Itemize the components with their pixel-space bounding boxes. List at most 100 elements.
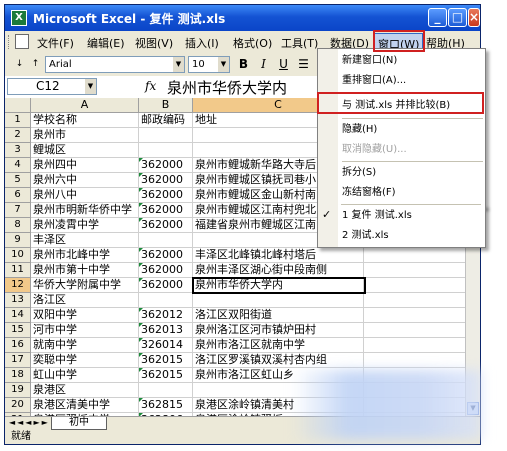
menu-item-new-window[interactable]: 新建窗口(N) bbox=[342, 51, 397, 71]
row-header[interactable]: 6 bbox=[5, 188, 31, 203]
name-box[interactable]: C12 ▼ bbox=[7, 78, 97, 95]
row-header[interactable]: 14 bbox=[5, 308, 31, 323]
row-header[interactable]: 18 bbox=[5, 368, 31, 383]
row-header[interactable]: 20 bbox=[5, 398, 31, 413]
cell-postal-code[interactable]: 362015 bbox=[139, 353, 193, 368]
row-header[interactable]: 3 bbox=[5, 143, 31, 158]
cell-address[interactable]: 洛江区双阳街道 bbox=[193, 308, 364, 323]
font-size-select[interactable]: 10 ▼ bbox=[188, 56, 230, 73]
maximize-button[interactable]: □ bbox=[448, 8, 467, 27]
cell-empty[interactable] bbox=[364, 353, 480, 368]
cell-school-name[interactable]: 奕聪中学 bbox=[31, 353, 139, 368]
cell-postal-code[interactable]: 362000 bbox=[139, 188, 193, 203]
select-all-corner[interactable] bbox=[5, 98, 31, 113]
cell-school-name[interactable]: 泉州四中 bbox=[31, 158, 139, 173]
document-icon[interactable] bbox=[15, 34, 29, 49]
cell-address[interactable]: 丰泽区北峰镇北峰村塔后 bbox=[193, 248, 364, 263]
underline-button[interactable]: U bbox=[275, 56, 292, 73]
chevron-down-icon[interactable]: ▼ bbox=[173, 57, 184, 72]
cell-postal-code[interactable]: 362012 bbox=[139, 308, 193, 323]
cell-address[interactable]: 洛江区罗溪镇双溪村杏内组 bbox=[193, 353, 364, 368]
menu-file[interactable]: 文件(F) bbox=[37, 35, 74, 51]
cell-postal-code[interactable]: 362000 bbox=[139, 173, 193, 188]
column-header-a[interactable]: A bbox=[31, 98, 139, 113]
cell-empty[interactable] bbox=[364, 323, 480, 338]
column-header-b[interactable]: B bbox=[139, 98, 193, 113]
row-header[interactable]: 17 bbox=[5, 353, 31, 368]
cell-postal-code[interactable]: 362000 bbox=[139, 203, 193, 218]
cell-empty[interactable] bbox=[364, 263, 480, 278]
menu-insert[interactable]: 插入(I) bbox=[185, 35, 219, 51]
cell-address[interactable] bbox=[193, 293, 364, 308]
cell-empty[interactable] bbox=[364, 278, 480, 293]
sheet-tab[interactable]: 初中 bbox=[51, 417, 107, 430]
bold-button[interactable]: B bbox=[235, 56, 252, 73]
row-header[interactable]: 10 bbox=[5, 248, 31, 263]
row-header[interactable]: 5 bbox=[5, 173, 31, 188]
cell-address[interactable]: 泉州洛江区河市镇炉田村 bbox=[193, 323, 364, 338]
cell-postal-code[interactable]: 362015 bbox=[139, 368, 193, 383]
cell-address[interactable]: 泉州市洛江区就南中学 bbox=[193, 338, 364, 353]
menu-edit[interactable]: 编辑(E) bbox=[87, 35, 125, 51]
menu-view[interactable]: 视图(V) bbox=[135, 35, 173, 51]
cell-school-name[interactable]: 就南中学 bbox=[31, 338, 139, 353]
cell-postal-code[interactable] bbox=[139, 293, 193, 308]
italic-button[interactable]: I bbox=[255, 56, 272, 73]
cell-school-name[interactable]: 泉港区 bbox=[31, 383, 139, 398]
row-header[interactable]: 2 bbox=[5, 128, 31, 143]
cell-postal-code[interactable] bbox=[139, 128, 193, 143]
cell-school-name[interactable]: 泉州六中 bbox=[31, 173, 139, 188]
cell-postal-code[interactable]: 362000 bbox=[139, 158, 193, 173]
cell-address[interactable]: 泉州丰泽区湖心街中段南侧 bbox=[193, 263, 364, 278]
row-header[interactable]: 13 bbox=[5, 293, 31, 308]
cell-school-name[interactable]: 泉港区清美中学 bbox=[31, 398, 139, 413]
toolbar-grip-icon[interactable] bbox=[8, 35, 12, 49]
cell-postal-code[interactable] bbox=[139, 233, 193, 248]
cell-postal-code[interactable]: 362000 bbox=[139, 263, 193, 278]
cell-school-name[interactable]: 泉州市 bbox=[31, 128, 139, 143]
cell-school-name[interactable]: 泉州市北峰中学 bbox=[31, 248, 139, 263]
row-header[interactable]: 9 bbox=[5, 233, 31, 248]
title-bar[interactable]: X Microsoft Excel - 复件 测试.xls _ □ × bbox=[5, 5, 480, 31]
cell-postal-code[interactable]: 362806 bbox=[139, 413, 193, 416]
cell-school-name[interactable]: 泉州凌霄中学 bbox=[31, 218, 139, 233]
cell-school-name[interactable]: 洛江区 bbox=[31, 293, 139, 308]
menu-item-window-2[interactable]: 2 测试.xls bbox=[342, 226, 389, 246]
row-header[interactable]: 1 bbox=[5, 113, 31, 128]
menu-item-split[interactable]: 拆分(S) bbox=[342, 163, 376, 183]
sort-az-icon[interactable]: ↓ bbox=[11, 56, 28, 73]
cell-school-name[interactable]: 双阳中学 bbox=[31, 308, 139, 323]
row-header[interactable]: 11 bbox=[5, 263, 31, 278]
row-header[interactable]: 16 bbox=[5, 338, 31, 353]
cell-school-name[interactable]: 泉州市第十中学 bbox=[31, 263, 139, 278]
cell-school-name[interactable]: 鲤城区 bbox=[31, 143, 139, 158]
menu-tools[interactable]: 工具(T) bbox=[281, 35, 318, 51]
menu-format[interactable]: 格式(O) bbox=[233, 35, 272, 51]
row-header[interactable]: 15 bbox=[5, 323, 31, 338]
row-header[interactable]: 12 bbox=[5, 278, 31, 293]
cell-postal-code[interactable]: 362000 bbox=[139, 248, 193, 263]
formula-input[interactable]: 泉州市华侨大学内 bbox=[167, 77, 287, 98]
cell-empty[interactable] bbox=[364, 338, 480, 353]
cell-school-name[interactable]: 丰泽区 bbox=[31, 233, 139, 248]
minimize-button[interactable]: _ bbox=[428, 8, 447, 27]
menu-item-arrange[interactable]: 重排窗口(A)... bbox=[342, 71, 406, 91]
sort-za-icon[interactable]: ↑ bbox=[27, 56, 44, 73]
row-header[interactable]: 19 bbox=[5, 383, 31, 398]
cell-school-name[interactable]: 学校名称 bbox=[31, 113, 139, 128]
cell-school-name[interactable]: 河市中学 bbox=[31, 323, 139, 338]
cell-postal-code[interactable]: 362000 bbox=[139, 278, 193, 293]
cell-empty[interactable] bbox=[364, 308, 480, 323]
menu-item-hide[interactable]: 隐藏(H) bbox=[342, 120, 377, 140]
align-left-icon[interactable]: ☰ bbox=[295, 56, 312, 73]
cell-postal-code[interactable]: 326014 bbox=[139, 338, 193, 353]
cell-empty[interactable] bbox=[364, 248, 480, 263]
cell-school-name[interactable]: 华侨大学附属中学 bbox=[31, 278, 139, 293]
function-icon[interactable]: fx bbox=[145, 79, 156, 93]
cell-postal-code[interactable]: 362815 bbox=[139, 398, 193, 413]
font-select[interactable]: Arial ▼ bbox=[45, 56, 185, 73]
row-header[interactable]: 8 bbox=[5, 218, 31, 233]
cell-school-name[interactable]: 虹山中学 bbox=[31, 368, 139, 383]
cell-school-name[interactable]: 泉州市明新华侨中学 bbox=[31, 203, 139, 218]
cell-postal-code[interactable]: 邮政编码 bbox=[139, 113, 193, 128]
